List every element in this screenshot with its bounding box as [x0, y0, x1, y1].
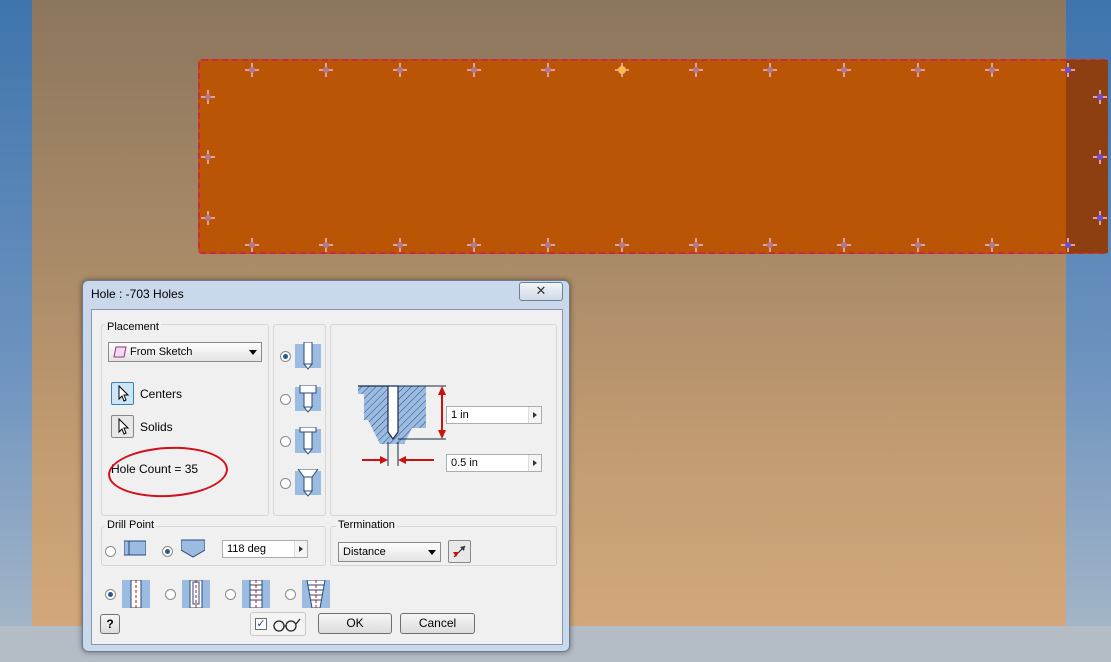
solids-select-button[interactable] [111, 415, 134, 438]
hole-center-point[interactable] [985, 238, 999, 252]
hole-type-counterbore-radio[interactable] [280, 394, 291, 405]
hole-simple-radio[interactable] [105, 589, 116, 600]
hole-center-point[interactable] [1093, 150, 1107, 164]
hole-center-point[interactable] [201, 150, 215, 164]
termination-value: Distance [343, 546, 386, 558]
hole-type-spotface-radio[interactable] [280, 436, 291, 447]
hole-center-point[interactable] [467, 238, 481, 252]
drill-point-angle-radio[interactable] [162, 546, 173, 557]
depth-arrow-icon[interactable] [528, 407, 541, 423]
cursor-arrow-icon [118, 417, 130, 435]
termination-select[interactable]: Distance [338, 542, 441, 562]
flip-direction-icon [453, 545, 466, 558]
drilled-hole-icon [295, 342, 321, 370]
hole-center-point[interactable] [615, 238, 629, 252]
centers-label: Centers [140, 387, 183, 401]
centers-select-button[interactable] [111, 382, 134, 405]
hole-clearance-radio[interactable] [165, 589, 176, 600]
hole-center-point[interactable] [245, 63, 259, 77]
hole-center-point[interactable] [837, 238, 851, 252]
dialog-title: Hole : -703 Holes [91, 287, 184, 301]
hole-center-point[interactable] [911, 63, 925, 77]
drill-angle-input[interactable]: 118 deg [222, 540, 308, 558]
help-icon: ? [106, 617, 114, 631]
cursor-arrow-icon [118, 384, 130, 402]
hole-center-point[interactable] [837, 63, 851, 77]
drill-angle-arrow-icon[interactable] [294, 541, 307, 557]
hole-center-point[interactable] [689, 238, 703, 252]
hole-tapped-radio[interactable] [225, 589, 236, 600]
hole-type-countersink-radio[interactable] [280, 478, 291, 489]
placement-label: Placement [105, 321, 161, 333]
hole-dialog: Hole : -703 Holes ✕ Placement From Sketc… [82, 280, 570, 652]
preview-checkbox[interactable]: ✓ [255, 618, 267, 630]
flat-drill-point-icon [124, 540, 146, 556]
countersink-hole-icon [295, 469, 321, 497]
hole-center-point[interactable] [467, 63, 481, 77]
clearance-hole-icon [182, 580, 210, 608]
drill-point-label: Drill Point [105, 519, 157, 531]
hole-center-point-highlighted[interactable] [615, 63, 629, 77]
tapped-hole-icon [242, 580, 270, 608]
ok-button[interactable]: OK [318, 613, 392, 634]
hole-center-point[interactable] [319, 238, 333, 252]
hole-center-point[interactable] [1093, 211, 1107, 225]
hole-center-point[interactable] [689, 63, 703, 77]
termination-label: Termination [336, 519, 397, 531]
diameter-arrow-icon[interactable] [528, 455, 541, 471]
spotface-hole-icon [295, 427, 321, 455]
hole-type-drilled-radio[interactable] [280, 351, 291, 362]
hole-center-point[interactable] [541, 238, 555, 252]
hole-center-point[interactable] [763, 63, 777, 77]
chevron-down-icon [249, 350, 257, 355]
depth-value: 1 in [451, 409, 469, 421]
plate-face[interactable] [198, 59, 1108, 254]
chevron-down-icon [428, 550, 436, 555]
hole-center-point[interactable] [245, 238, 259, 252]
hole-center-point[interactable] [911, 238, 925, 252]
drill-point-flat-radio[interactable] [105, 546, 116, 557]
depth-input[interactable]: 1 in [446, 406, 542, 424]
drill-angle-value: 118 deg [227, 543, 266, 555]
taper-tapped-hole-icon [302, 580, 330, 608]
solids-label: Solids [140, 420, 173, 434]
diameter-input[interactable]: 0.5 in [446, 454, 542, 472]
placement-method-select[interactable]: From Sketch [108, 342, 262, 362]
dialog-body: Placement From Sketch Centers Solids Hol… [91, 309, 563, 645]
help-button[interactable]: ? [100, 614, 120, 634]
hole-center-point[interactable] [393, 63, 407, 77]
hole-center-point[interactable] [201, 90, 215, 104]
hole-center-point[interactable] [1061, 63, 1075, 77]
hole-taper-tapped-radio[interactable] [285, 589, 296, 600]
counterbore-hole-icon [295, 385, 321, 413]
diameter-value: 0.5 in [451, 457, 478, 469]
hole-center-point[interactable] [393, 238, 407, 252]
sketch-icon [113, 346, 127, 358]
preview-toggle[interactable]: ✓ [250, 612, 306, 636]
glasses-icon [273, 618, 301, 632]
simple-hole-icon [122, 580, 150, 608]
hole-center-point[interactable] [763, 238, 777, 252]
hole-center-point[interactable] [985, 63, 999, 77]
hole-center-point[interactable] [541, 63, 555, 77]
hole-center-point[interactable] [1093, 90, 1107, 104]
hole-center-point[interactable] [319, 63, 333, 77]
flip-direction-button[interactable] [448, 540, 471, 563]
hole-center-point[interactable] [201, 211, 215, 225]
angle-drill-point-icon [181, 539, 205, 558]
placement-method-value: From Sketch [130, 346, 193, 358]
hole-center-point[interactable] [1061, 238, 1075, 252]
cancel-button[interactable]: Cancel [400, 613, 475, 634]
close-button[interactable]: ✕ [519, 282, 563, 301]
